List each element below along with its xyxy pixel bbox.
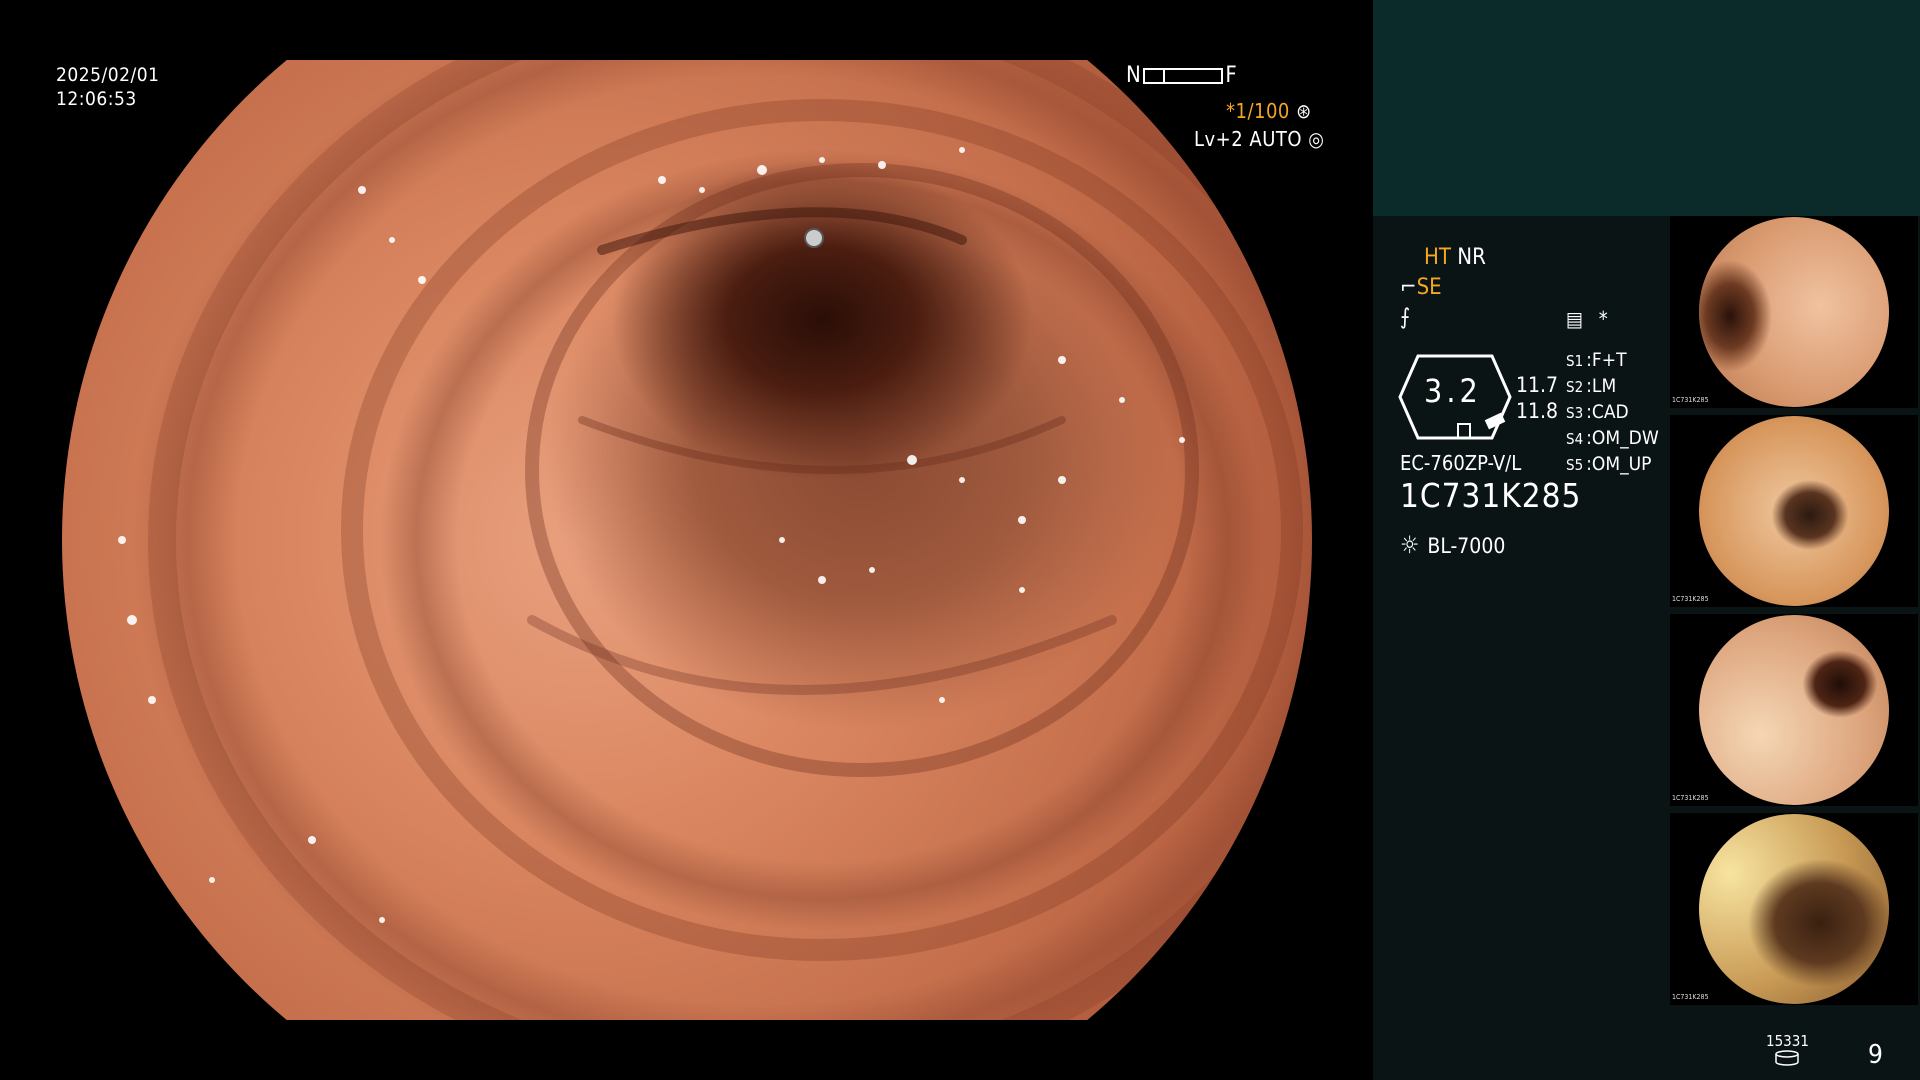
shutter-text: *1/100 <box>1226 99 1290 123</box>
thumbnail-image <box>1699 416 1889 606</box>
time-text: 12:06:53 <box>56 88 137 110</box>
thumbnail-caption: 1C731K285 <box>1672 396 1709 404</box>
memo-icon: ▤ <box>1566 307 1584 331</box>
thumbnail-caption: 1C731K285 <box>1672 595 1709 603</box>
near-far-indicator: N F <box>1126 64 1237 88</box>
scope-model: EC-760ZP-V/L <box>1400 451 1522 475</box>
light-source-model: BL-7000 <box>1427 534 1506 558</box>
switch-assignment-list: S1:F+T S2:LM S3:CAD S4:OM_DW S5:OM_UP <box>1566 348 1659 478</box>
star-icon: * <box>1598 307 1608 331</box>
level-auto-text: Lv+2 AUTO <box>1194 127 1303 151</box>
level-auto-readout: Lv+2 AUTO ◎ <box>1194 127 1324 151</box>
light-source: ☼ BL-7000 <box>1400 532 1505 559</box>
image-counter: 15331 <box>1766 1032 1809 1050</box>
thumbnail-caption: 1C731K285 <box>1672 794 1709 802</box>
far-label: F <box>1225 63 1238 88</box>
capture-thumbnail[interactable]: 1C731K285 <box>1670 813 1918 1005</box>
page-number: 9 <box>1868 1040 1883 1070</box>
capture-thumbnail[interactable]: 1C731K285 <box>1670 415 1918 607</box>
storage-icon <box>1775 1050 1799 1066</box>
mode-row-2: ⌐SE <box>1400 275 1442 301</box>
switch-item: S2:LM <box>1566 375 1617 397</box>
scope-serial: 1C731K285 <box>1400 476 1582 515</box>
switch-item: S5:OM_UP <box>1566 453 1652 475</box>
se-mode-icon: ⌐ <box>1400 275 1417 300</box>
gauge-reading-1: 11.7 <box>1516 373 1559 397</box>
thumbnail-caption: 1C731K285 <box>1672 993 1709 1001</box>
thumbnail-image <box>1699 814 1889 1004</box>
mode-se: SE <box>1416 275 1442 300</box>
status-icons: ▤ * <box>1566 306 1608 332</box>
switch-item: S1:F+T <box>1566 349 1627 371</box>
thumbnail-image <box>1699 615 1889 805</box>
gauge-value: 3.2 <box>1424 372 1482 410</box>
mode-row-1: HT NR <box>1424 245 1486 271</box>
auto-icon: ◎ <box>1308 127 1325 151</box>
light-source-icon: ☼ <box>1400 531 1420 559</box>
fold-overlay <box>118 60 1312 1020</box>
endoscope-live-view <box>62 60 1312 1020</box>
mode-nr: NR <box>1457 245 1486 270</box>
shutter-readout: *1/100 ⊛ <box>1226 99 1312 123</box>
switch-item: S4:OM_DW <box>1566 427 1659 449</box>
f-mode-icon: ⨍ <box>1400 305 1411 330</box>
thumbnail-image <box>1699 217 1889 407</box>
mode-ht: HT <box>1424 245 1451 270</box>
switch-item: S3:CAD <box>1566 401 1629 423</box>
capture-thumbnail[interactable]: 1C731K285 <box>1670 216 1918 408</box>
focus-bar <box>1143 68 1224 84</box>
near-label: N <box>1126 63 1142 88</box>
capture-thumbnail[interactable]: 1C731K285 <box>1670 614 1918 806</box>
panel-header-area <box>1373 0 1920 216</box>
datetime-readout: 2025/02/01 12:06:53 <box>56 63 160 111</box>
gauge-reading-2: 11.8 <box>1516 399 1559 423</box>
shutter-icon: ⊛ <box>1296 99 1312 123</box>
date-text: 2025/02/01 <box>56 64 160 86</box>
